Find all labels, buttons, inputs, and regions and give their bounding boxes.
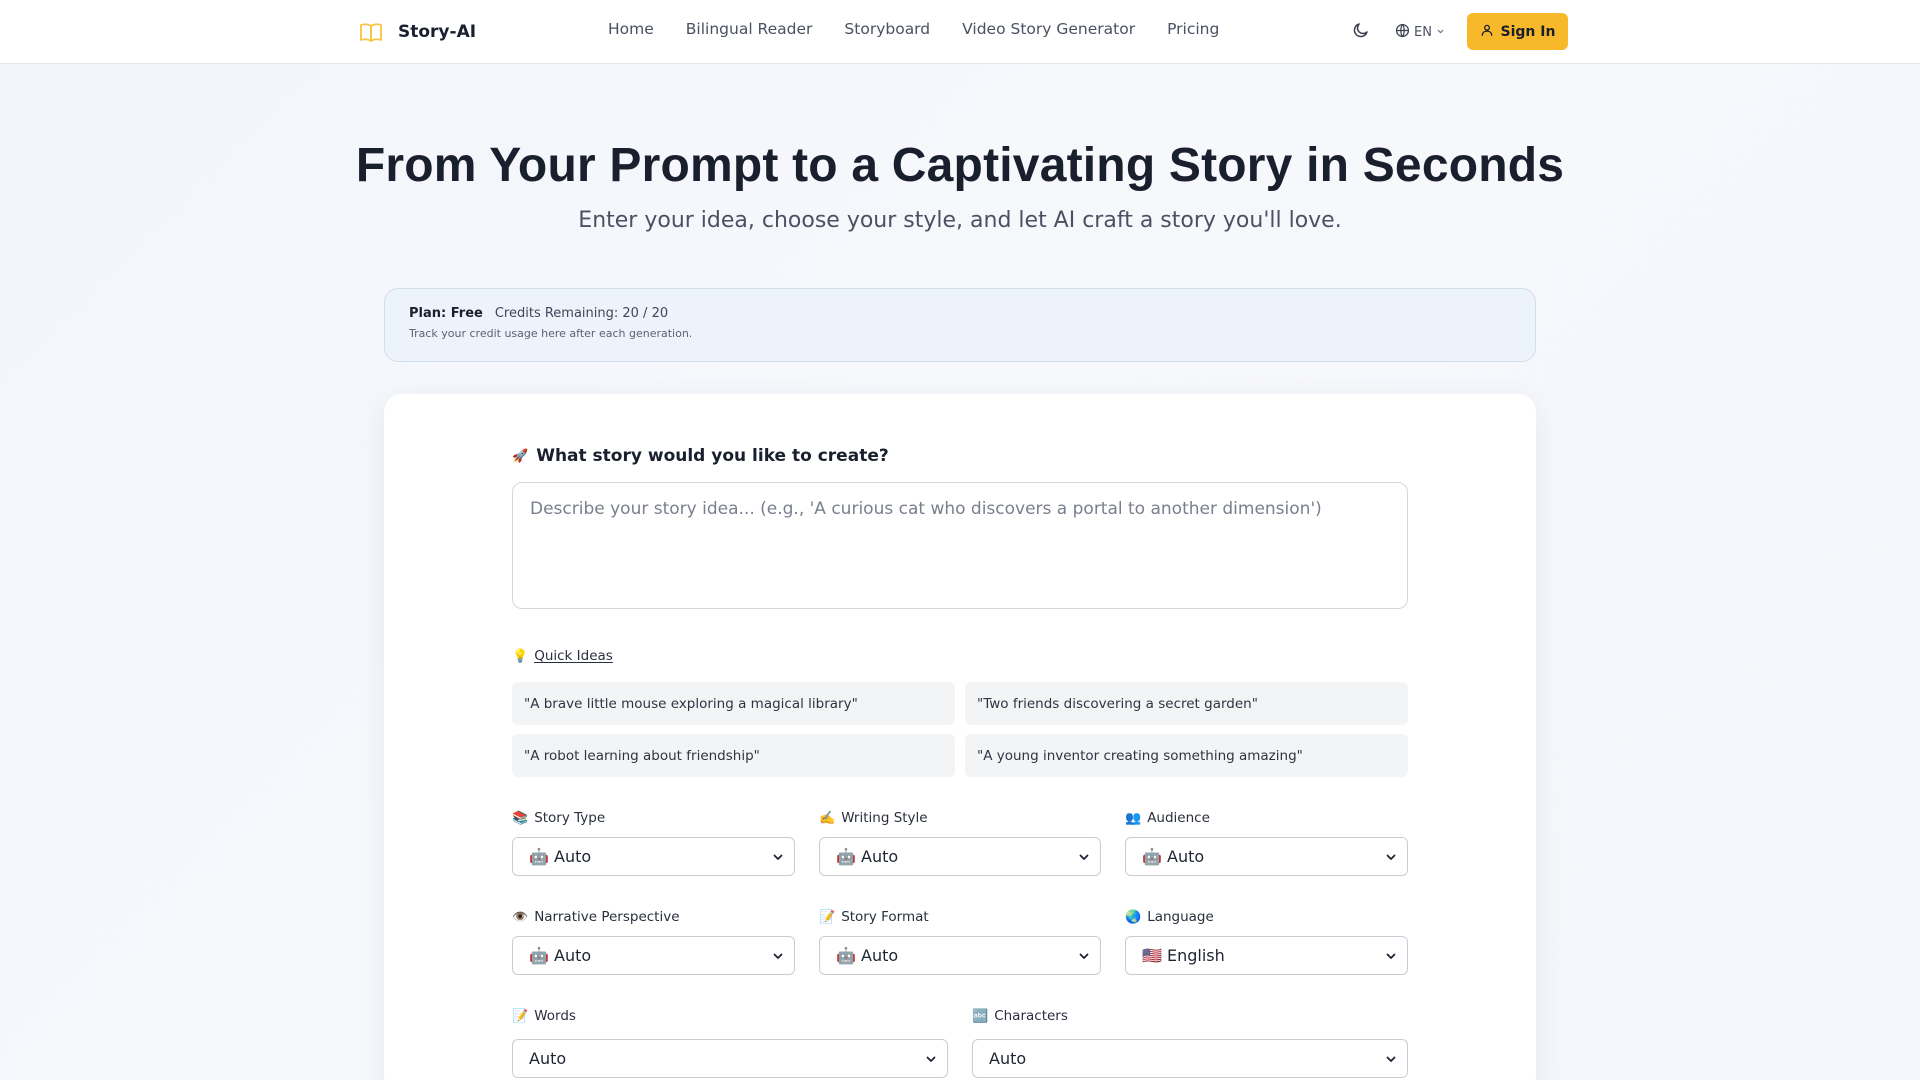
- top-navbar: Story-AI Home Bilingual Reader Storyboar…: [0, 0, 1920, 64]
- brand-name: Story-AI: [398, 22, 477, 42]
- prompt-heading: 🚀 What story would you like to create?: [512, 446, 889, 466]
- writing-hand-icon: ✍️: [819, 810, 836, 826]
- audience-select[interactable]: 🤖 Auto: [1125, 837, 1408, 876]
- quick-ideas-heading: 💡 Quick Ideas: [512, 648, 613, 664]
- words-select[interactable]: Auto: [512, 1039, 948, 1078]
- language-label-text: Language: [1147, 909, 1214, 925]
- quick-ideas-label: Quick Ideas: [534, 648, 613, 664]
- audience-value: 🤖 Auto: [1142, 847, 1205, 866]
- story-type-value: 🤖 Auto: [529, 847, 592, 866]
- language-label: EN: [1414, 24, 1432, 40]
- story-prompt-input[interactable]: Describe your story idea... (e.g., 'A cu…: [512, 482, 1408, 609]
- sign-in-label: Sign In: [1500, 23, 1556, 40]
- nav-storyboard[interactable]: Storyboard: [844, 20, 930, 38]
- credits-remaining: Credits Remaining: 20 / 20: [494, 306, 669, 321]
- audience-label: 👥 Audience: [1125, 810, 1210, 826]
- user-icon: [1480, 23, 1494, 41]
- story-format-value: 🤖 Auto: [836, 946, 899, 965]
- plan-note: Track your credit usage here after each …: [409, 327, 693, 340]
- narrative-perspective-label: 👁️ Narrative Perspective: [512, 909, 680, 925]
- eye-icon: 👁️: [512, 909, 529, 925]
- characters-select[interactable]: Auto: [972, 1039, 1408, 1078]
- narrative-perspective-select[interactable]: 🤖 Auto: [512, 936, 795, 975]
- characters-label-text: Characters: [994, 1008, 1068, 1024]
- chevron-down-icon: [1385, 1053, 1397, 1065]
- writing-style-label-text: Writing Style: [841, 810, 928, 826]
- chevron-down-icon: [1078, 950, 1090, 962]
- main-nav: Home Bilingual Reader Storyboard Video S…: [608, 20, 1219, 38]
- abc-icon: 🔤: [972, 1008, 989, 1024]
- chevron-down-icon: [772, 851, 784, 863]
- prompt-heading-text: What story would you like to create?: [536, 446, 889, 466]
- open-book-icon: [358, 19, 384, 45]
- chevron-down-icon: [772, 950, 784, 962]
- books-icon: 📚: [512, 810, 529, 826]
- characters-label: 🔤 Characters: [972, 1008, 1068, 1024]
- memo-icon: 📝: [512, 1008, 529, 1024]
- writing-style-select[interactable]: 🤖 Auto: [819, 837, 1101, 876]
- language-label: 🌏 Language: [1125, 909, 1214, 925]
- words-value: Auto: [529, 1049, 567, 1068]
- language-value: 🇺🇸 English: [1142, 946, 1225, 965]
- story-type-label-text: Story Type: [534, 810, 606, 826]
- story-type-label: 📚 Story Type: [512, 810, 605, 826]
- nav-video-story-generator[interactable]: Video Story Generator: [962, 20, 1135, 38]
- rocket-icon: 🚀: [512, 448, 529, 464]
- audience-label-text: Audience: [1147, 810, 1210, 826]
- quick-idea-chip[interactable]: "A young inventor creating something ama…: [965, 734, 1408, 777]
- language-switcher[interactable]: EN: [1395, 21, 1445, 43]
- narrative-perspective-value: 🤖 Auto: [529, 946, 592, 965]
- nav-home[interactable]: Home: [608, 20, 654, 38]
- lightbulb-icon: 💡: [512, 648, 529, 664]
- characters-value: Auto: [989, 1049, 1027, 1068]
- page-title: From Your Prompt to a Captivating Story …: [355, 139, 1565, 192]
- quick-idea-chip[interactable]: "A brave little mouse exploring a magica…: [512, 682, 955, 725]
- chevron-down-icon: [1385, 950, 1397, 962]
- story-format-label: 📝 Story Format: [819, 909, 929, 925]
- globe-emoji-icon: 🌏: [1125, 909, 1142, 925]
- plan-credits-card: Plan: Free Credits Remaining: 20 / 20 Tr…: [384, 288, 1536, 362]
- memo-icon: 📝: [819, 909, 836, 925]
- globe-icon: [1395, 23, 1410, 42]
- chevron-down-icon: [1385, 851, 1397, 863]
- plan-label: Plan: Free: [409, 306, 483, 321]
- narrative-perspective-label-text: Narrative Perspective: [534, 909, 680, 925]
- brand-logo[interactable]: Story-AI: [358, 17, 476, 47]
- story-prompt-placeholder: Describe your story idea... (e.g., 'A cu…: [530, 499, 1322, 519]
- theme-toggle-button[interactable]: [1350, 21, 1372, 43]
- chevron-down-icon: [1078, 851, 1090, 863]
- sign-in-button[interactable]: Sign In: [1467, 13, 1568, 50]
- quick-idea-chip[interactable]: "Two friends discovering a secret garden…: [965, 682, 1408, 725]
- words-label-text: Words: [534, 1008, 576, 1024]
- nav-bilingual-reader[interactable]: Bilingual Reader: [686, 20, 813, 38]
- language-select[interactable]: 🇺🇸 English: [1125, 936, 1408, 975]
- writing-style-label: ✍️ Writing Style: [819, 810, 928, 826]
- chevron-down-icon: [1436, 25, 1445, 40]
- page-subtitle: Enter your idea, choose your style, and …: [578, 208, 1342, 233]
- writing-style-value: 🤖 Auto: [836, 847, 899, 866]
- chevron-down-icon: [925, 1053, 937, 1065]
- nav-pricing[interactable]: Pricing: [1167, 20, 1219, 38]
- story-format-label-text: Story Format: [841, 909, 929, 925]
- moon-icon: [1352, 21, 1370, 43]
- story-form-card: 🚀 What story would you like to create? D…: [384, 394, 1536, 1080]
- quick-idea-chip[interactable]: "A robot learning about friendship": [512, 734, 955, 777]
- story-format-select[interactable]: 🤖 Auto: [819, 936, 1101, 975]
- words-label: 📝 Words: [512, 1008, 576, 1024]
- people-icon: 👥: [1125, 810, 1142, 826]
- story-type-select[interactable]: 🤖 Auto: [512, 837, 795, 876]
